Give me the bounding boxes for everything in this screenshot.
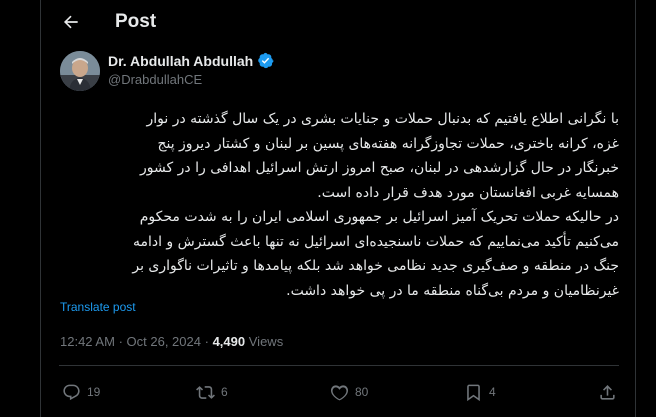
meta-separator: · [118,334,123,349]
avatar-image [60,51,100,91]
post-line: غزه، کرانه باختری، حملات تجاوزگرانه هفته… [157,135,619,152]
post-line: می‌کنیم تأکید می‌نماییم که حملات ناسنجید… [132,233,619,250]
reply-button[interactable]: 19 [62,378,100,406]
post-column: Post Dr. Abdullah Abdullah @DrabdullahCE… [40,0,636,417]
bookmark-icon [467,384,480,401]
post-header: Post [41,0,635,44]
meta-separator: · [204,334,209,349]
share-button[interactable] [598,378,623,406]
action-bar: 19 6 80 4 [41,378,635,408]
bookmark-count: 4 [489,385,496,399]
repost-button[interactable]: 6 [196,378,228,406]
post-text: با نگرانی اطلاع یافتیم که بدنبال حملات و… [59,107,619,303]
like-button[interactable]: 80 [330,378,368,406]
post-line: همسایه غربی افغانستان مورد هدف قرار داده… [317,184,619,201]
page-title: Post [115,11,157,32]
verified-badge-icon [258,52,274,69]
back-button[interactable] [59,10,83,34]
reply-icon [63,384,80,400]
author-name[interactable]: Dr. Abdullah Abdullah [108,53,253,69]
like-count: 80 [355,385,369,399]
heart-icon [330,384,349,400]
bookmark-button[interactable]: 4 [464,378,496,406]
translate-post-link[interactable]: Translate post [60,300,136,314]
author-handle[interactable]: @DrabdullahCE [108,72,202,87]
share-icon [600,384,615,400]
post-line: در حالیکه حملات تحریک آمیز اسرائیل بر جم… [139,209,619,225]
divider [59,365,619,366]
views-label: Views [248,334,284,349]
post-meta: 12:42 AM · Oct 26, 2024 · 4,490 Views [60,334,283,349]
views-count: 4,490 [212,334,246,349]
post-line: غیرنظامیان و مردم بی‌گناه منطقه ما در پی… [286,282,619,299]
repost-count: 6 [221,385,228,399]
reply-count: 19 [87,385,101,399]
post-date[interactable]: Oct 26, 2024 [127,334,201,349]
post-line: با نگرانی اطلاع یافتیم که بدنبال حملات و… [146,111,620,127]
post-line: خبرنگار در حال گزارشدهی در لبنان، صبح ام… [140,160,619,176]
post-line: جنگ در منطقه و صف‌گیری جدید نظامی خواهد … [132,258,619,274]
repost-icon [196,385,215,399]
post-time[interactable]: 12:42 AM [60,334,115,349]
author-name-row[interactable]: Dr. Abdullah Abdullah [108,52,274,69]
arrow-left-icon [63,15,78,29]
avatar[interactable] [60,51,100,91]
